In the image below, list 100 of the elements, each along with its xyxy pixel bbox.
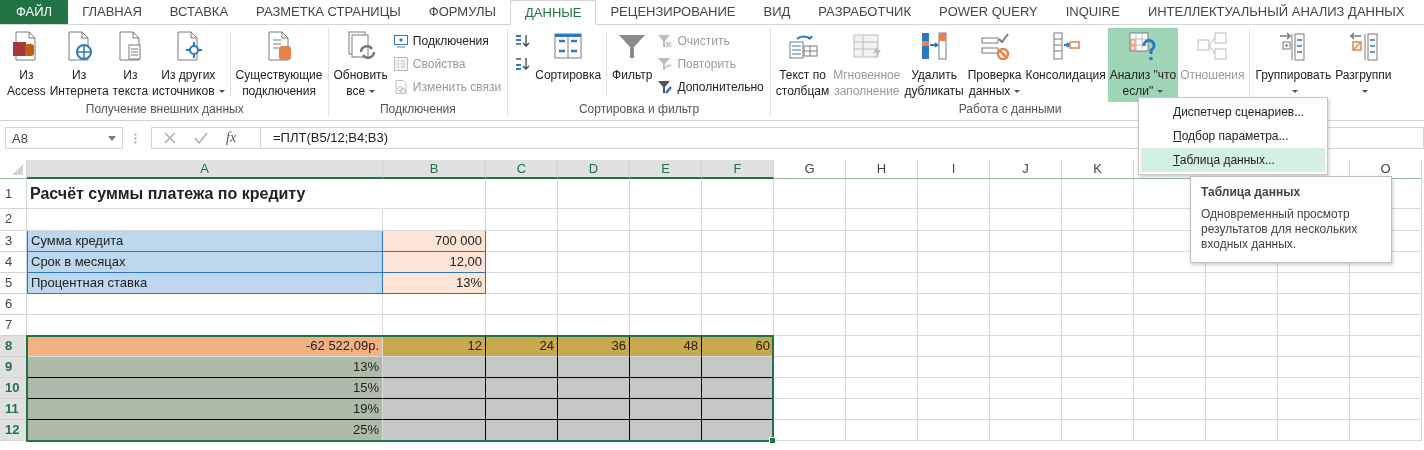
table-cell xyxy=(702,294,774,315)
table-cell xyxy=(990,378,1062,399)
ribbon-button[interactable]: Сортировка xyxy=(533,28,604,102)
ribbon-button[interactable]: Группировать xyxy=(1253,28,1334,102)
column-header[interactable]: F xyxy=(702,160,774,179)
column-header[interactable]: I xyxy=(918,160,990,179)
ribbon-button[interactable]: Из текста xyxy=(110,28,151,102)
row-header[interactable]: 9 xyxy=(0,357,27,378)
ribbon-button[interactable]: Подключения xyxy=(389,30,505,52)
table-cell xyxy=(990,231,1062,252)
reapply-filter-icon xyxy=(657,56,674,72)
ribbon-tab[interactable]: INQUIRE xyxy=(1051,0,1134,24)
table-cell xyxy=(990,252,1062,273)
ribbon-button[interactable]: Дополнительно xyxy=(654,76,767,98)
table-cell xyxy=(558,209,630,231)
table-cell xyxy=(846,231,918,252)
table-cell xyxy=(1062,315,1134,336)
insert-function-button[interactable]: fx xyxy=(226,130,237,146)
column-header[interactable]: E xyxy=(630,160,702,179)
column-header[interactable]: H xyxy=(846,160,918,179)
check-icon[interactable] xyxy=(194,132,208,144)
ribbon-tab[interactable]: ВИД xyxy=(749,0,805,24)
column-header[interactable]: A xyxy=(27,160,383,179)
ribbon-button[interactable]: Существующие подключения xyxy=(233,28,325,102)
table-cell: Расчёт суммы платежа по кредиту xyxy=(27,179,383,209)
menu-item[interactable]: Диспетчер сценариев... xyxy=(1141,100,1325,124)
column-header[interactable]: J xyxy=(990,160,1062,179)
table-cell: 19% xyxy=(27,399,383,420)
table-cell xyxy=(558,357,630,378)
table-cell xyxy=(918,209,990,231)
table-cell xyxy=(1134,294,1206,315)
ribbon-button[interactable]: Из Интернета xyxy=(47,28,111,102)
ribbon-tab[interactable]: ИНТЕЛЛЕКТУАЛЬНЫЙ АНАЛИЗ ДАННЫХ xyxy=(1133,0,1419,24)
row-header[interactable]: 1 xyxy=(0,179,27,209)
row-header[interactable]: 10 xyxy=(0,378,27,399)
row-header[interactable]: 2 xyxy=(0,209,27,231)
table-cell xyxy=(774,231,846,252)
table-cell xyxy=(918,273,990,294)
table-cell: 700 000 xyxy=(383,231,486,252)
table-cell xyxy=(1134,273,1206,294)
tooltip-text: Одновременный просмотр результатов для нескольких входных данных. xyxy=(1201,207,1359,252)
ribbon-button[interactable]: Разгруппи xyxy=(1333,28,1394,102)
column-header[interactable]: B xyxy=(383,160,486,179)
ribbon-button[interactable]: Анализ "что если" xyxy=(1107,28,1179,102)
menu-item[interactable]: Подбор параметра... xyxy=(1141,124,1325,148)
table-cell xyxy=(486,357,558,378)
ribbon-button[interactable]: Удалить дубликаты xyxy=(902,28,966,102)
row-header[interactable]: 6 xyxy=(0,294,27,315)
table-cell xyxy=(630,420,702,441)
relationships-icon xyxy=(1196,30,1229,62)
column-header[interactable]: G xyxy=(774,160,846,179)
ribbon-button[interactable]: Обновить все xyxy=(331,28,390,102)
ribbon-tab[interactable]: РАЗМЕТКА СТРАНИЦЫ xyxy=(242,0,415,24)
ribbon-tab[interactable]: ВСТАВКА xyxy=(155,0,243,24)
table-cell xyxy=(558,252,630,273)
row-header[interactable]: 8 xyxy=(0,336,27,357)
table-cell xyxy=(774,179,846,209)
ribbon-button[interactable]: Фильтр xyxy=(610,28,655,102)
row-header[interactable]: 11 xyxy=(0,399,27,420)
column-header[interactable]: K xyxy=(1062,160,1134,179)
table-cell xyxy=(1350,399,1422,420)
table-cell xyxy=(990,294,1062,315)
table-cell xyxy=(1206,420,1278,441)
table-cell xyxy=(486,179,558,209)
table-cell xyxy=(846,252,918,273)
cancel-icon[interactable] xyxy=(164,132,176,144)
ribbon-button[interactable]: Из Access xyxy=(5,28,48,102)
ribbon-button[interactable]: Консолидация xyxy=(1023,28,1108,102)
ribbon-button[interactable]: Текст по столбцам xyxy=(773,28,832,102)
ribbon-tab[interactable]: ДАННЫЕ xyxy=(510,0,597,25)
ribbon-button[interactable]: Из других источников xyxy=(150,28,227,102)
ribbon-tab[interactable]: РАЗРАБОТЧИК xyxy=(804,0,925,24)
drag-handle-icon[interactable] xyxy=(134,132,137,144)
ribbon-button[interactable]: Проверка данных xyxy=(965,28,1024,102)
table-cell xyxy=(990,179,1062,209)
table-cell: 12,00 xyxy=(383,252,486,273)
table-cell xyxy=(630,294,702,315)
ribbon-tab[interactable]: ГЛАВНАЯ xyxy=(68,0,156,24)
table-cell xyxy=(774,252,846,273)
table-cell xyxy=(558,420,630,441)
caret-icon xyxy=(108,135,116,141)
ribbon-tab[interactable]: ФОРМУЛЫ xyxy=(414,0,510,24)
column-header[interactable]: D xyxy=(558,160,630,179)
table-cell xyxy=(990,399,1062,420)
table-cell xyxy=(486,252,558,273)
table-cell xyxy=(558,231,630,252)
ribbon-tab[interactable]: ФАЙЛ xyxy=(0,0,69,24)
table-cell xyxy=(630,209,702,231)
column-header[interactable]: C xyxy=(486,160,558,179)
table-cell xyxy=(1062,294,1134,315)
table-cell xyxy=(918,378,990,399)
name-box[interactable]: A8 xyxy=(5,127,123,149)
ribbon-tab[interactable]: POWER QUERY xyxy=(925,0,1052,24)
table-cell xyxy=(774,420,846,441)
table-cell xyxy=(558,294,630,315)
menu-item[interactable]: Таблица данных... xyxy=(1141,148,1325,172)
table-cell xyxy=(990,336,1062,357)
row-header[interactable]: 12 xyxy=(0,420,27,441)
select-all-button[interactable] xyxy=(0,160,27,179)
ribbon-tab[interactable]: РЕЦЕНЗИРОВАНИЕ xyxy=(596,0,750,24)
